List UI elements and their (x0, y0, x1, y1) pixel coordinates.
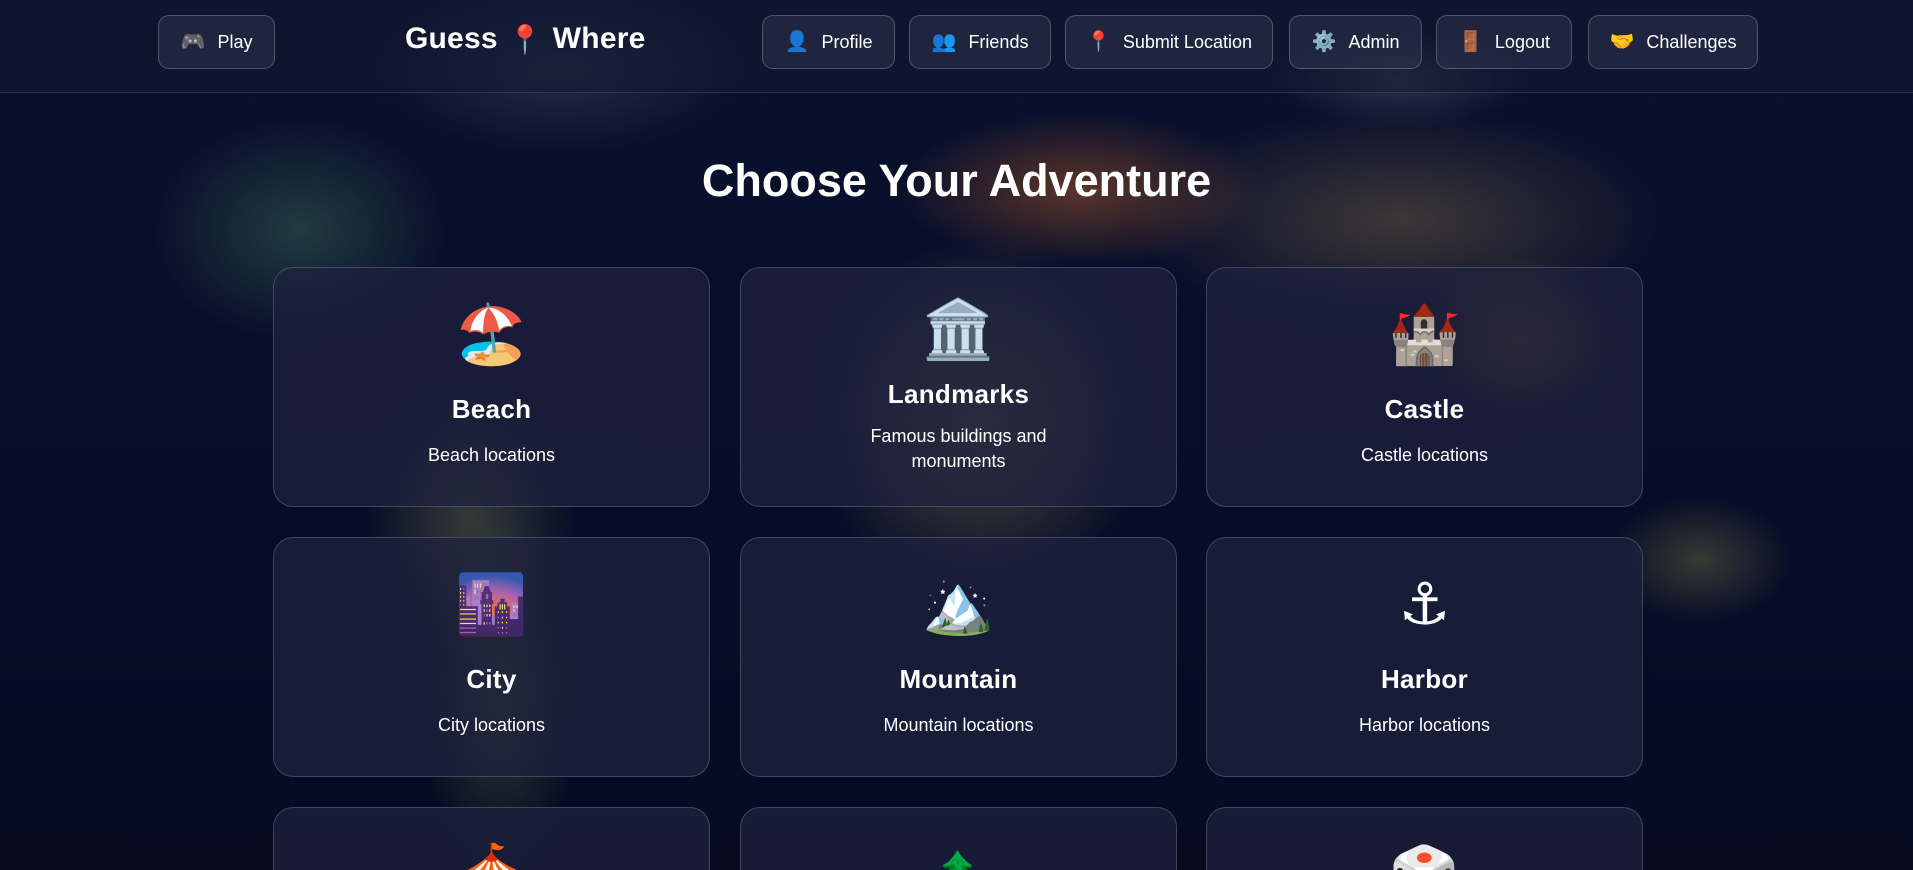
card-title: Beach (451, 394, 532, 424)
castle-icon: 🏰 (1388, 302, 1461, 367)
brand-text-left: Guess (405, 22, 498, 55)
pin-icon: 📍 (507, 23, 543, 55)
tree-icon: 🌲 (922, 854, 994, 870)
city-dusk-icon: 🌆 (455, 572, 528, 637)
card-title: Mountain (899, 664, 1018, 694)
submit-location-label: Submit Location (1122, 31, 1252, 52)
user-icon: 👤 (784, 31, 810, 53)
gear-icon: ⚙️ (1311, 31, 1337, 53)
admin-button[interactable]: ⚙️ Admin (1289, 15, 1422, 69)
card-description: Mountain locations (883, 715, 1034, 735)
logout-button[interactable]: 🚪 Logout (1436, 15, 1572, 69)
page-title: Choose Your Adventure (701, 155, 1212, 206)
friends-button[interactable]: 👥 Friends (909, 15, 1051, 69)
friends-label: Friends (968, 31, 1029, 52)
category-card-castle[interactable]: 🏰 Castle Castle locations (1206, 267, 1643, 507)
logout-label: Logout (1494, 31, 1550, 52)
card-title: Harbor (1380, 664, 1469, 694)
card-description: Castle locations (1360, 445, 1489, 465)
circus-tent-icon: 🎪 (455, 846, 527, 870)
handshake-icon: 🤝 (1609, 31, 1635, 53)
brand-text-right: Where (552, 22, 646, 55)
challenges-button[interactable]: 🤝 Challenges (1588, 15, 1758, 69)
category-card-harbor[interactable]: ⚓ Harbor Harbor locations (1206, 537, 1643, 777)
mountain-icon: 🏔️ (922, 572, 995, 637)
category-card-city[interactable]: 🌆 City City locations (273, 537, 710, 777)
profile-label: Profile (821, 31, 873, 52)
brand-logo[interactable]: Guess 📍 Where (405, 22, 645, 56)
category-card-row3-1[interactable]: 🎪 (273, 807, 710, 870)
gamepad-icon: 🎮 (180, 31, 206, 53)
card-title: Landmarks (887, 378, 1030, 409)
card-title: Castle (1384, 394, 1465, 424)
card-description: Beach locations (427, 445, 556, 465)
card-description: Harbor locations (1358, 715, 1491, 735)
play-button[interactable]: 🎮 Play (158, 15, 275, 69)
beach-umbrella-icon: 🏖️ (455, 302, 528, 367)
profile-button[interactable]: 👤 Profile (762, 15, 895, 69)
category-card-row3-3[interactable]: 🎲 (1206, 807, 1643, 870)
category-card-row3-2[interactable]: 🌲 (740, 807, 1177, 870)
category-card-landmarks[interactable]: 🏛️ Landmarks Famous buildings and monume… (740, 267, 1177, 507)
card-description: Famous buildings and monuments (870, 425, 1047, 471)
anchor-icon: ⚓ (1398, 572, 1451, 637)
card-description: City locations (437, 715, 546, 735)
classical-building-icon: 🏛️ (922, 296, 995, 362)
category-card-beach[interactable]: 🏖️ Beach Beach locations (273, 267, 710, 507)
users-icon: 👥 (931, 31, 957, 53)
dice-icon: 🎲 (1388, 848, 1460, 870)
card-title: City (466, 664, 517, 694)
admin-label: Admin (1348, 31, 1400, 52)
top-nav-bar: 🎮 Play Guess 📍 Where 👤 Profile 👥 Friends… (0, 0, 1913, 93)
challenges-label: Challenges (1646, 31, 1737, 52)
play-label: Play (217, 31, 253, 52)
category-card-mountain[interactable]: 🏔️ Mountain Mountain locations (740, 537, 1177, 777)
pin-icon: 📍 (1086, 31, 1111, 53)
submit-location-button[interactable]: 📍 Submit Location (1065, 15, 1273, 69)
door-icon: 🚪 (1458, 31, 1483, 53)
